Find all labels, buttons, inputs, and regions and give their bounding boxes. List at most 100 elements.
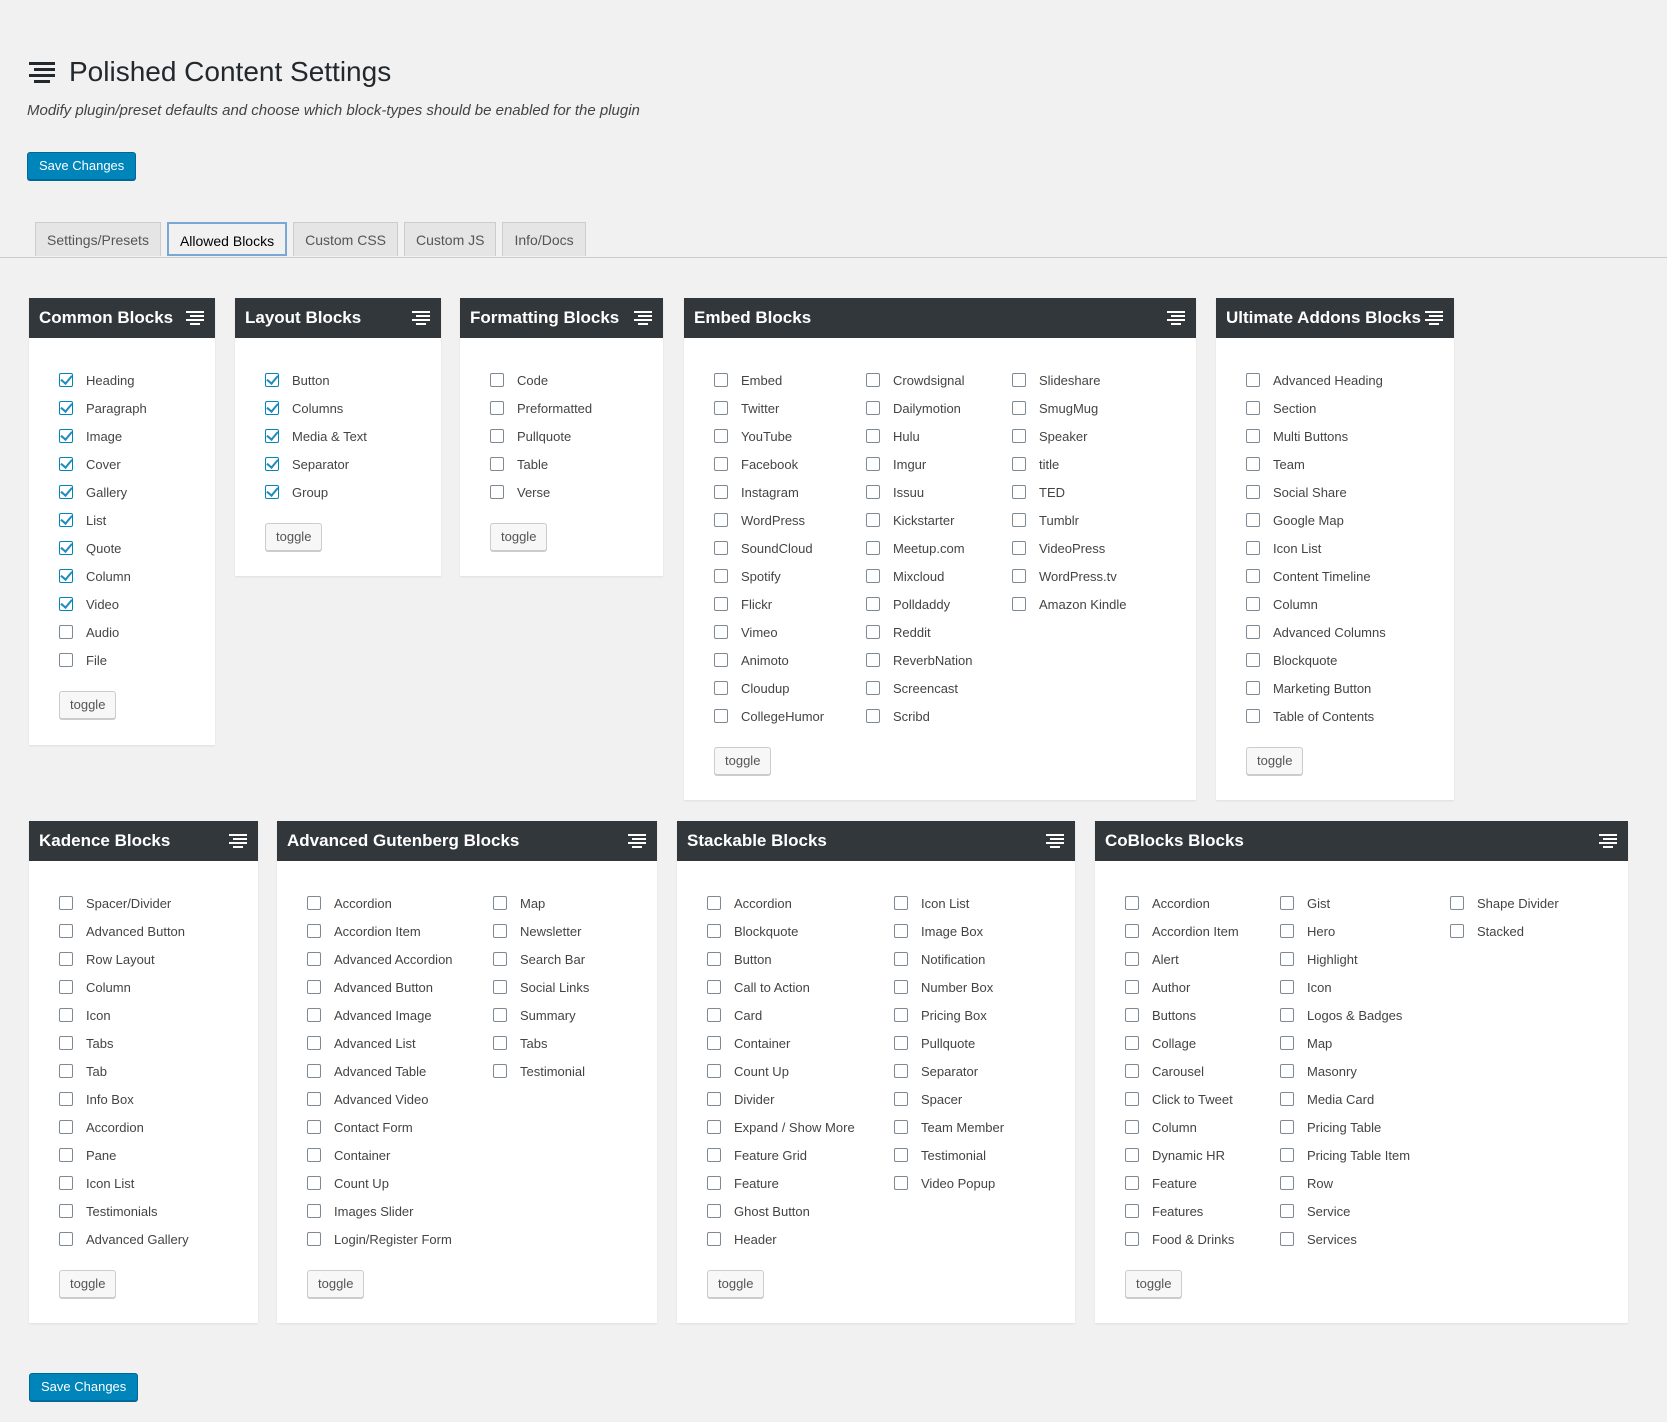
block-option-ghost-button[interactable]: Ghost Button: [707, 1197, 855, 1225]
toggle-button[interactable]: toggle: [707, 1270, 765, 1298]
checkbox[interactable]: [707, 1176, 721, 1190]
checkbox[interactable]: [59, 1232, 73, 1246]
checkbox[interactable]: [265, 457, 279, 471]
checkbox[interactable]: [265, 401, 279, 415]
block-option-video[interactable]: Video: [59, 590, 147, 618]
block-option-reverbnation[interactable]: ReverbNation: [866, 646, 973, 674]
checkbox[interactable]: [1125, 952, 1139, 966]
block-option-testimonials[interactable]: Testimonials: [59, 1197, 189, 1225]
save-changes-button-bottom[interactable]: Save Changes: [29, 1373, 139, 1401]
block-option-advanced-list[interactable]: Advanced List: [307, 1029, 453, 1057]
checkbox[interactable]: [894, 1036, 908, 1050]
block-option-notification[interactable]: Notification: [894, 945, 1004, 973]
checkbox[interactable]: [866, 597, 880, 611]
block-option-alert[interactable]: Alert: [1125, 945, 1239, 973]
checkbox[interactable]: [714, 625, 728, 639]
block-option-team[interactable]: Team: [1246, 450, 1386, 478]
block-option-kickstarter[interactable]: Kickstarter: [866, 506, 973, 534]
checkbox[interactable]: [307, 1148, 321, 1162]
checkbox[interactable]: [493, 980, 507, 994]
toggle-button[interactable]: toggle: [307, 1270, 365, 1298]
tab-allowed-blocks[interactable]: Allowed Blocks: [166, 222, 288, 256]
checkbox[interactable]: [866, 541, 880, 555]
checkbox[interactable]: [59, 541, 73, 555]
checkbox[interactable]: [866, 709, 880, 723]
checkbox[interactable]: [1280, 980, 1294, 994]
checkbox[interactable]: [707, 896, 721, 910]
toggle-button[interactable]: toggle: [1125, 1270, 1183, 1298]
block-option-instagram[interactable]: Instagram: [714, 478, 824, 506]
checkbox[interactable]: [1246, 597, 1260, 611]
block-option-container[interactable]: Container: [307, 1141, 453, 1169]
panel-menu-icon[interactable]: [1599, 833, 1617, 849]
block-option-multi-buttons[interactable]: Multi Buttons: [1246, 422, 1386, 450]
block-option-collegehumor[interactable]: CollegeHumor: [714, 702, 824, 730]
block-option-table[interactable]: Table: [490, 450, 592, 478]
block-option-card[interactable]: Card: [707, 1001, 855, 1029]
checkbox[interactable]: [866, 429, 880, 443]
checkbox[interactable]: [1280, 924, 1294, 938]
block-option-newsletter[interactable]: Newsletter: [493, 917, 589, 945]
block-option-spotify[interactable]: Spotify: [714, 562, 824, 590]
block-option-section[interactable]: Section: [1246, 394, 1386, 422]
checkbox[interactable]: [714, 653, 728, 667]
block-option-pane[interactable]: Pane: [59, 1141, 189, 1169]
block-option-accordion[interactable]: Accordion: [307, 889, 453, 917]
block-option-icon-list[interactable]: Icon List: [59, 1169, 189, 1197]
checkbox[interactable]: [894, 896, 908, 910]
block-option-separator[interactable]: Separator: [265, 450, 367, 478]
block-option-polldaddy[interactable]: Polldaddy: [866, 590, 973, 618]
checkbox[interactable]: [265, 485, 279, 499]
block-option-testimonial[interactable]: Testimonial: [493, 1057, 589, 1085]
checkbox[interactable]: [1012, 401, 1026, 415]
block-option-container[interactable]: Container: [707, 1029, 855, 1057]
checkbox[interactable]: [866, 569, 880, 583]
block-option-feature-grid[interactable]: Feature Grid: [707, 1141, 855, 1169]
checkbox[interactable]: [59, 597, 73, 611]
block-option-marketing-button[interactable]: Marketing Button: [1246, 674, 1386, 702]
block-option-divider[interactable]: Divider: [707, 1085, 855, 1113]
panel-menu-icon[interactable]: [1425, 310, 1443, 326]
block-option-content-timeline[interactable]: Content Timeline: [1246, 562, 1386, 590]
block-option-advanced-image[interactable]: Advanced Image: [307, 1001, 453, 1029]
tab-settings-presets[interactable]: Settings/Presets: [35, 222, 161, 256]
checkbox[interactable]: [490, 429, 504, 443]
block-option-advanced-button[interactable]: Advanced Button: [307, 973, 453, 1001]
checkbox[interactable]: [1280, 1204, 1294, 1218]
checkbox[interactable]: [866, 401, 880, 415]
checkbox[interactable]: [707, 1092, 721, 1106]
checkbox[interactable]: [1246, 485, 1260, 499]
toggle-button[interactable]: toggle: [59, 1270, 117, 1298]
block-option-icon-list[interactable]: Icon List: [1246, 534, 1386, 562]
block-option-hero[interactable]: Hero: [1280, 917, 1410, 945]
block-option-button[interactable]: Button: [265, 366, 367, 394]
block-option-logos-badges[interactable]: Logos & Badges: [1280, 1001, 1410, 1029]
block-option-tumblr[interactable]: Tumblr: [1012, 506, 1126, 534]
block-option-feature[interactable]: Feature: [707, 1169, 855, 1197]
checkbox[interactable]: [1246, 401, 1260, 415]
checkbox[interactable]: [1280, 1092, 1294, 1106]
block-option-advanced-video[interactable]: Advanced Video: [307, 1085, 453, 1113]
checkbox[interactable]: [307, 1092, 321, 1106]
checkbox[interactable]: [59, 924, 73, 938]
block-option-login-register-form[interactable]: Login/Register Form: [307, 1225, 453, 1253]
checkbox[interactable]: [493, 1064, 507, 1078]
block-option-header[interactable]: Header: [707, 1225, 855, 1253]
checkbox[interactable]: [714, 457, 728, 471]
block-option-column[interactable]: Column: [59, 973, 189, 1001]
block-option-mixcloud[interactable]: Mixcloud: [866, 562, 973, 590]
block-option-gallery[interactable]: Gallery: [59, 478, 147, 506]
block-option-buttons[interactable]: Buttons: [1125, 1001, 1239, 1029]
panel-menu-icon[interactable]: [229, 833, 247, 849]
checkbox[interactable]: [59, 653, 73, 667]
checkbox[interactable]: [866, 373, 880, 387]
checkbox[interactable]: [894, 924, 908, 938]
checkbox[interactable]: [307, 924, 321, 938]
checkbox[interactable]: [1246, 513, 1260, 527]
checkbox[interactable]: [307, 1064, 321, 1078]
checkbox[interactable]: [707, 1008, 721, 1022]
checkbox[interactable]: [59, 1120, 73, 1134]
block-option-separator[interactable]: Separator: [894, 1057, 1004, 1085]
checkbox[interactable]: [307, 896, 321, 910]
block-option-row[interactable]: Row: [1280, 1169, 1410, 1197]
